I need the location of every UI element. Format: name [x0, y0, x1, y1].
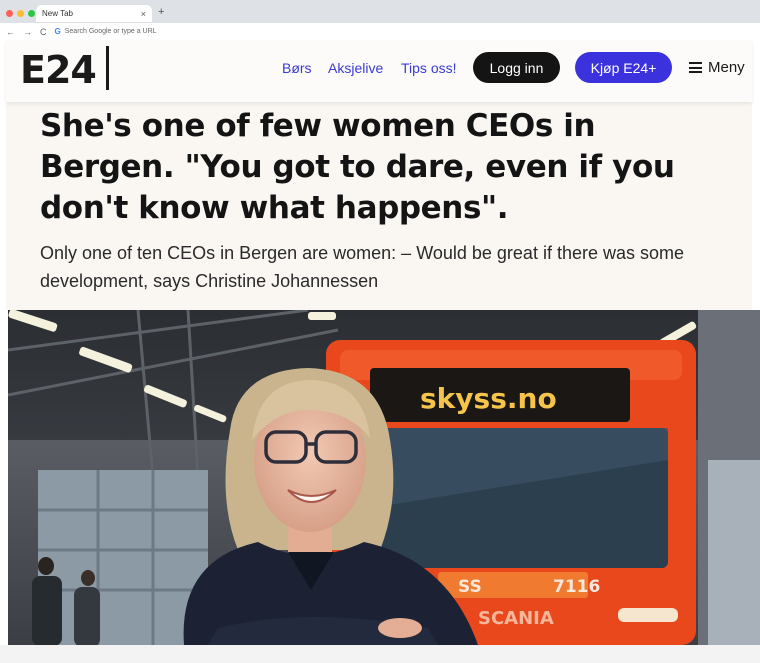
nav-link-bors[interactable]: Børs: [282, 60, 312, 76]
maximize-window-button[interactable]: [28, 10, 35, 17]
address-placeholder: Search Google or type a URL: [64, 28, 157, 35]
google-icon: G: [54, 27, 61, 36]
site-header: E24 Børs Aksjelive Tips oss! Logg inn Kj…: [6, 40, 752, 102]
browser-toolbar: ← → C G Search Google or type a URL: [0, 23, 760, 40]
article-page: E24 Børs Aksjelive Tips oss! Logg inn Kj…: [6, 40, 752, 310]
logo-divider: [106, 46, 109, 90]
minimize-window-button[interactable]: [17, 10, 24, 17]
login-button[interactable]: Logg inn: [473, 52, 560, 83]
bus-side-text: SS: [458, 577, 482, 597]
article-standfirst: Only one of ten CEOs in Bergen are women…: [40, 243, 685, 291]
page-bottom-strip: [0, 645, 760, 663]
tab-close-icon[interactable]: ×: [141, 9, 146, 19]
reload-icon[interactable]: C: [40, 27, 47, 37]
subscribe-button[interactable]: Kjøp E24+: [575, 52, 672, 83]
menu-button[interactable]: Meny: [689, 59, 745, 76]
nav-link-aksjelive[interactable]: Aksjelive: [328, 60, 383, 76]
browser-tab[interactable]: New Tab ×: [36, 5, 152, 22]
browser-chrome: New Tab × + ← → C G Search Google or typ…: [0, 0, 760, 40]
back-icon[interactable]: ←: [6, 27, 15, 37]
bus-destination-sign: skyss.no: [420, 382, 557, 415]
new-tab-button[interactable]: +: [158, 6, 164, 18]
address-bar[interactable]: G Search Google or type a URL: [55, 27, 157, 36]
close-window-button[interactable]: [6, 10, 13, 17]
tab-title: New Tab: [42, 9, 73, 18]
menu-label: Meny: [708, 59, 745, 76]
nav-link-tips[interactable]: Tips oss!: [401, 60, 457, 76]
article-photo: skyss.no SS 7116 SCANIA: [8, 310, 760, 645]
article-headline: She's one of few women CEOs in Bergen. "…: [40, 108, 675, 226]
e24-logo[interactable]: E24: [20, 48, 97, 92]
hamburger-icon: [689, 62, 702, 73]
bus-number: 7116: [553, 577, 600, 597]
bus-brand: SCANIA: [478, 608, 554, 629]
window-controls: [6, 10, 35, 17]
forward-icon[interactable]: →: [23, 27, 32, 37]
photo-illustration: skyss.no SS 7116 SCANIA: [8, 310, 760, 645]
